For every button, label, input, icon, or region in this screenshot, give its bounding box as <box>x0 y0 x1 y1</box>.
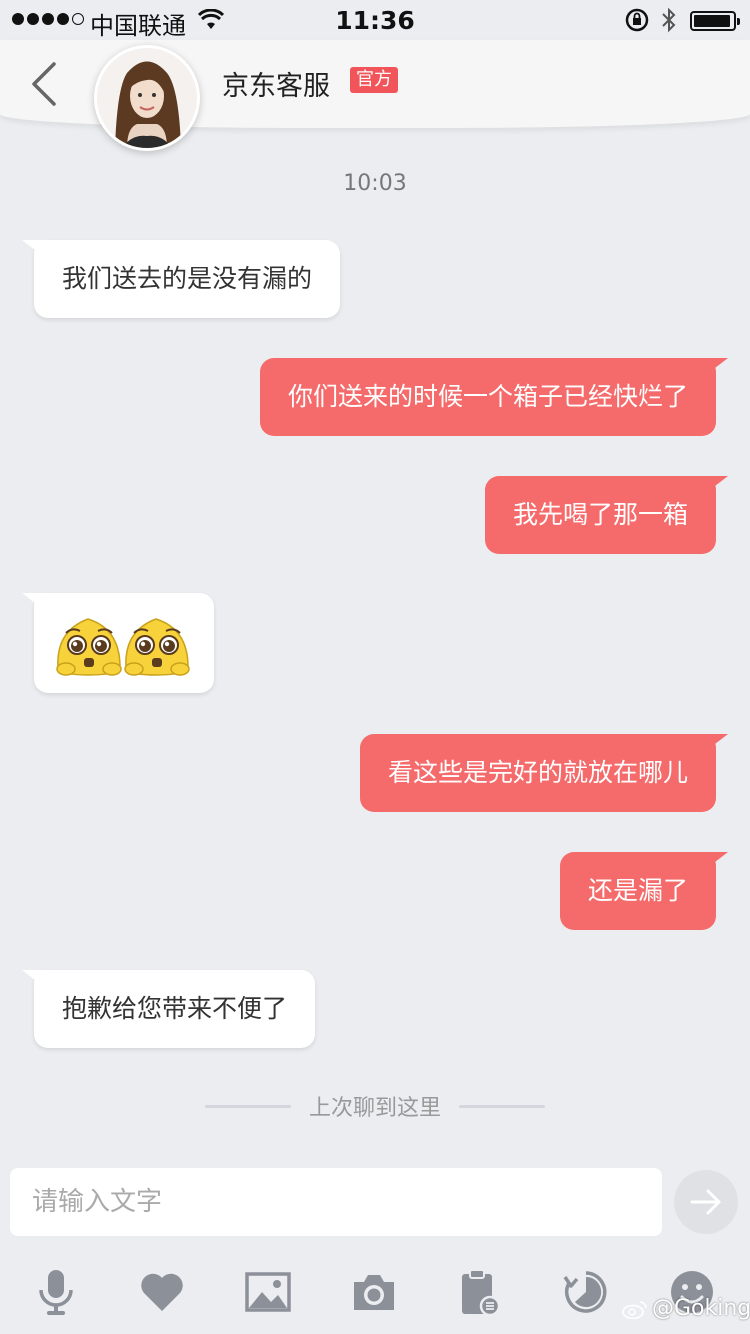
message-incoming[interactable]: 我们送去的是没有漏的 <box>34 240 341 318</box>
microphone-icon[interactable] <box>32 1268 80 1316</box>
rotation-lock-icon <box>624 7 650 39</box>
contact-name: 京东客服 <box>222 71 330 102</box>
divider-line <box>459 1104 545 1108</box>
battery-icon <box>690 11 740 31</box>
official-badge: 官方 <box>350 67 398 93</box>
message-input[interactable]: 请输入文字 <box>10 1168 662 1236</box>
pleading-face-sticker-icon <box>56 618 190 676</box>
bluetooth-icon <box>660 5 678 41</box>
avatar[interactable] <box>94 45 200 151</box>
last-read-divider: 上次聊到这里 <box>0 1090 750 1122</box>
heart-icon[interactable] <box>138 1268 186 1316</box>
message-outgoing[interactable]: 还是漏了 <box>559 852 716 930</box>
weibo-icon <box>622 1300 647 1319</box>
message-incoming[interactable]: 抱歉给您带来不便了 <box>34 970 316 1048</box>
last-read-label: 上次聊到这里 <box>308 1096 441 1121</box>
back-button[interactable] <box>26 60 60 112</box>
chat-timestamp: 10:03 <box>343 171 407 196</box>
image-icon[interactable] <box>244 1268 292 1316</box>
message-outgoing[interactable]: 看这些是完好的就放在哪儿 <box>359 734 716 812</box>
history-icon[interactable] <box>562 1268 610 1316</box>
message-outgoing[interactable]: 你们送来的时候一个箱子已经快烂了 <box>259 358 716 436</box>
status-bar: 中国联通 11:36 <box>0 0 750 40</box>
message-outgoing[interactable]: 我先喝了那一箱 <box>484 476 716 554</box>
watermark-text: @Goking <box>652 1296 750 1321</box>
arrow-right-icon <box>690 1189 721 1215</box>
chat-header: 京东客服 官方 <box>0 40 750 151</box>
send-button[interactable] <box>674 1170 738 1234</box>
watermark: @Goking <box>622 1296 750 1321</box>
divider-line <box>204 1104 291 1108</box>
camera-icon[interactable] <box>350 1268 398 1316</box>
message-incoming-emoji[interactable] <box>34 593 214 693</box>
clipboard-icon[interactable] <box>456 1268 504 1316</box>
